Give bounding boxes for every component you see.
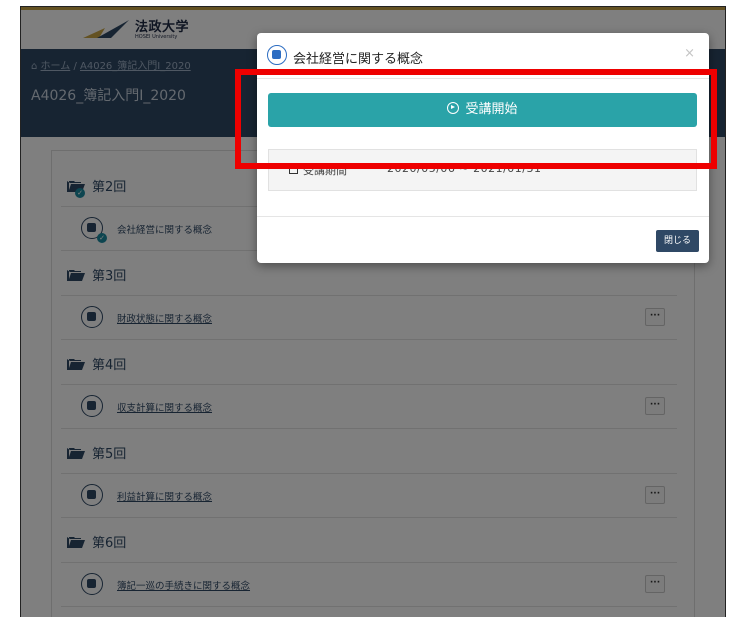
browser-frame: 法政大学 HOSEI University ⌂ ホーム / A4026_簿記入門…	[20, 6, 726, 617]
close-button[interactable]: 閉じる	[655, 230, 699, 252]
close-icon[interactable]: ×	[684, 46, 695, 61]
info-icon[interactable]: i	[725, 161, 726, 171]
annotation-highlight-box	[235, 69, 717, 169]
book-icon	[267, 45, 287, 65]
modal-title: 会社経営に関する概念	[293, 52, 424, 67]
modal-footer: 閉じる	[257, 216, 709, 263]
